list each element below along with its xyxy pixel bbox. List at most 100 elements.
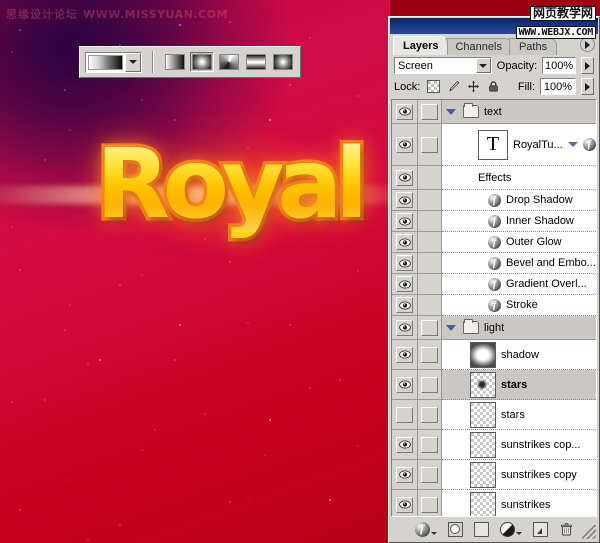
palette-menu-button[interactable] (580, 37, 595, 52)
link-icon[interactable] (421, 103, 438, 120)
layer-thumbnail[interactable] (470, 371, 496, 398)
effect-row-bevel-and-emboss[interactable]: f Bevel and Embo... (442, 253, 596, 274)
blend-mode-dropdown-arrow[interactable] (475, 58, 491, 73)
link-cell[interactable] (418, 430, 441, 460)
delete-layer-button[interactable] (558, 521, 574, 537)
opacity-input[interactable]: 100% (542, 57, 576, 74)
layer-row-sunstrikes-copy[interactable]: sunstrikes copy (442, 460, 596, 490)
reflected-gradient-button[interactable] (244, 52, 268, 72)
effect-row-inner-shadow[interactable]: f Inner Shadow (442, 211, 596, 232)
gradient-preset-picker[interactable] (85, 51, 143, 73)
visibility-cell[interactable] (392, 370, 417, 400)
link-icon[interactable] (421, 406, 438, 423)
visibility-cell[interactable] (392, 490, 417, 516)
layer-thumbnail[interactable] (470, 491, 496, 516)
diamond-gradient-button[interactable] (271, 52, 295, 72)
visibility-cell[interactable] (392, 211, 417, 232)
layers-list[interactable]: text T RoyalTu... f Effects f Drop Shado… (391, 99, 597, 517)
chevron-down-icon[interactable] (567, 142, 578, 147)
link-cell[interactable] (418, 100, 441, 124)
layer-style-fx-button[interactable]: f (414, 521, 437, 537)
lock-position-icon[interactable] (467, 80, 480, 93)
lock-all-icon[interactable] (487, 80, 500, 93)
link-icon[interactable] (421, 136, 438, 153)
visibility-cell[interactable] (392, 340, 417, 370)
visibility-cell[interactable] (392, 253, 417, 274)
link-cell[interactable] (418, 124, 441, 166)
layer-thumbnail[interactable] (470, 431, 496, 458)
visibility-cell[interactable] (392, 190, 417, 211)
visibility-cell[interactable] (392, 232, 417, 253)
effect-row-drop-shadow[interactable]: f Drop Shadow (442, 190, 596, 211)
link-cell[interactable] (418, 490, 441, 516)
link-cell[interactable] (418, 370, 441, 400)
document-canvas[interactable]: Royal Royal (0, 0, 390, 543)
radial-gradient-button[interactable] (190, 52, 214, 72)
effects-header-row[interactable]: Effects (442, 166, 596, 190)
text-layer-thumbnail[interactable]: T (478, 129, 508, 160)
visibility-cell[interactable] (392, 316, 417, 340)
visibility-cell[interactable] (392, 124, 417, 166)
disclosure-triangle-icon[interactable] (446, 324, 456, 331)
fill-input[interactable]: 100% (540, 78, 576, 95)
disclosure-triangle-icon[interactable] (446, 108, 456, 115)
layer-row-sunstrikes[interactable]: sunstrikes (442, 490, 596, 516)
eye-icon[interactable] (396, 297, 413, 313)
eye-icon[interactable] (396, 213, 413, 229)
eye-icon[interactable] (396, 234, 413, 250)
link-cell[interactable] (418, 400, 441, 430)
link-icon[interactable] (421, 466, 438, 483)
new-adjustment-layer-button[interactable] (499, 521, 522, 537)
link-icon[interactable] (421, 346, 438, 363)
effect-row-gradient-overlay[interactable]: f Gradient Overl... (442, 274, 596, 295)
lock-image-pixels-icon[interactable] (447, 80, 460, 93)
layer-thumbnail[interactable] (470, 461, 496, 488)
effect-row-outer-glow[interactable]: f Outer Glow (442, 232, 596, 253)
link-icon[interactable] (421, 496, 438, 513)
eye-icon[interactable] (396, 169, 413, 186)
add-layer-mask-button[interactable] (447, 521, 463, 537)
layer-row-sunstrikes-copy-2[interactable]: sunstrikes cop... (442, 430, 596, 460)
eye-icon[interactable] (396, 466, 413, 483)
eye-icon[interactable] (396, 319, 413, 336)
new-group-button[interactable] (473, 521, 489, 537)
gradient-preset-dropdown-button[interactable] (125, 52, 142, 72)
fx-icon[interactable]: f (582, 138, 596, 151)
eye-icon[interactable] (396, 436, 413, 453)
eye-icon[interactable] (396, 192, 413, 208)
layer-row-stars-hidden[interactable]: stars (442, 400, 596, 430)
opacity-slider-button[interactable] (581, 57, 594, 74)
palette-title-bar[interactable] (390, 18, 598, 34)
visibility-cell[interactable] (392, 274, 417, 295)
link-icon[interactable] (421, 319, 438, 336)
tab-layers[interactable]: Layers (393, 36, 449, 55)
eye-icon[interactable] (396, 136, 413, 153)
eye-off-icon[interactable] (396, 406, 413, 423)
layer-group-text[interactable]: text (442, 100, 596, 124)
fill-slider-button[interactable] (581, 78, 594, 95)
layer-group-light[interactable]: light (442, 316, 596, 340)
visibility-cell[interactable] (392, 100, 417, 124)
tab-channels[interactable]: Channels (445, 38, 512, 55)
visibility-cell[interactable] (392, 430, 417, 460)
effect-row-stroke[interactable]: f Stroke (442, 295, 596, 316)
link-icon[interactable] (421, 376, 438, 393)
lock-transparent-pixels-icon[interactable] (427, 80, 441, 93)
visibility-cell-hidden[interactable] (392, 400, 417, 430)
visibility-cell[interactable] (392, 460, 417, 490)
eye-icon[interactable] (396, 276, 413, 292)
link-icon[interactable] (421, 436, 438, 453)
visibility-cell[interactable] (392, 295, 417, 316)
layers-scrollbar[interactable] (595, 100, 596, 516)
link-cell[interactable] (418, 460, 441, 490)
layer-row-text[interactable]: T RoyalTu... f (442, 124, 596, 166)
tab-paths[interactable]: Paths (508, 38, 558, 55)
angle-gradient-button[interactable] (217, 52, 241, 72)
blend-mode-select[interactable]: Screen (394, 57, 492, 74)
linear-gradient-button[interactable] (163, 52, 187, 72)
new-layer-button[interactable] (532, 521, 548, 537)
layer-thumbnail[interactable] (470, 401, 496, 428)
link-cell[interactable] (418, 316, 441, 340)
eye-icon[interactable] (396, 496, 413, 513)
resize-grip[interactable] (582, 525, 596, 539)
